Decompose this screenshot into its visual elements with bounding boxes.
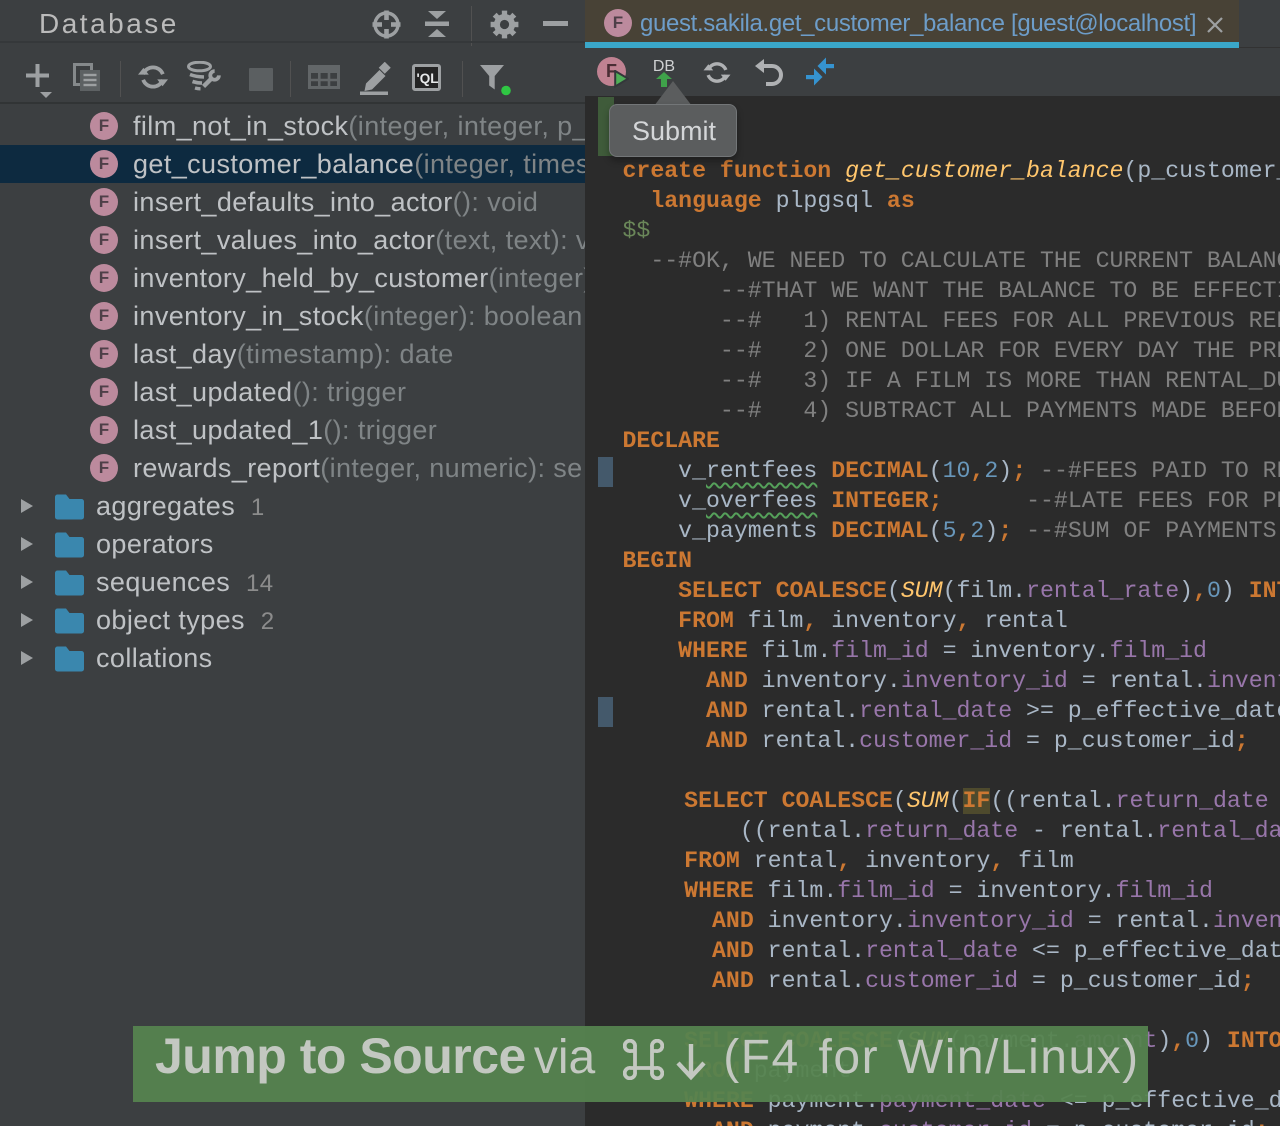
- svg-text:'QL: 'QL: [417, 71, 439, 86]
